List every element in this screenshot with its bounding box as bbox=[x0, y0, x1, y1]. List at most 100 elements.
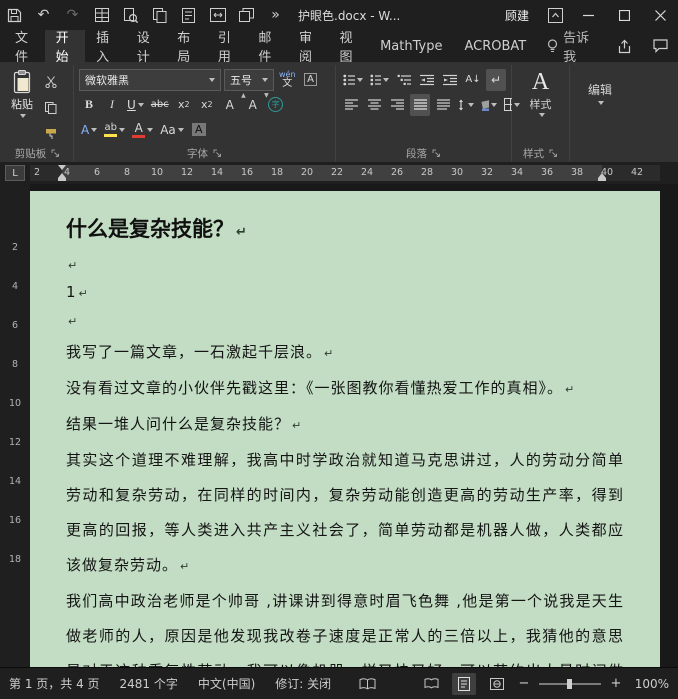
read-mode-button[interactable] bbox=[419, 673, 443, 695]
superscript-button[interactable]: x2 bbox=[197, 94, 217, 116]
word-count[interactable]: 2481 个字 bbox=[120, 675, 178, 692]
page-indicator[interactable]: 第 1 页，共 4 页 bbox=[9, 675, 100, 692]
justify-icon[interactable] bbox=[410, 93, 430, 116]
tab-stop-selector[interactable]: L bbox=[5, 165, 25, 181]
zoom-level[interactable]: 100% bbox=[631, 677, 669, 691]
copy-icon[interactable] bbox=[145, 0, 174, 30]
comments-icon[interactable] bbox=[642, 30, 678, 62]
right-indent-marker-base[interactable] bbox=[598, 178, 606, 181]
tab-home[interactable]: 开始 bbox=[44, 30, 86, 65]
tab-layout[interactable]: 布局 bbox=[166, 30, 207, 65]
proofing-book-icon[interactable] bbox=[359, 677, 376, 690]
strikethrough-button[interactable]: abc bbox=[149, 94, 171, 116]
redo-icon[interactable]: ↷ bbox=[58, 0, 87, 30]
dialog-launcher-icon[interactable] bbox=[213, 149, 222, 158]
share-icon[interactable] bbox=[606, 30, 642, 62]
character-border-button[interactable]: A bbox=[301, 69, 321, 91]
line-spacing-icon[interactable] bbox=[456, 94, 476, 116]
tab-references[interactable]: 引用 bbox=[207, 30, 248, 65]
maximize-button[interactable] bbox=[606, 0, 642, 30]
font-size-select[interactable]: 五号 bbox=[224, 68, 274, 91]
zoom-out-button[interactable]: − bbox=[518, 676, 530, 691]
account-name[interactable]: 顾建 bbox=[505, 7, 529, 24]
change-case-button[interactable]: Aa bbox=[158, 119, 186, 141]
text-effects-button[interactable]: A bbox=[79, 119, 99, 141]
paragraph[interactable]: 其实这个道理不难理解，我高中时学政治就知道马克思讲过，人的劳动分简单劳动和复杂劳… bbox=[66, 443, 624, 584]
document-page[interactable]: 什么是复杂技能？ ↵ ↵ 1 ↵ ↵ 我写了一篇文章，一石激起千层浪。 ↵ 没有看过文章的小伙… bbox=[30, 191, 660, 667]
paragraph[interactable]: 结果一堆人问什么是复杂技能？ ↵ bbox=[66, 407, 624, 443]
tab-insert[interactable]: 插入 bbox=[85, 30, 126, 65]
save-icon[interactable] bbox=[0, 0, 29, 30]
tab-mailings[interactable]: 邮件 bbox=[247, 30, 288, 65]
dialog-launcher-icon[interactable] bbox=[51, 149, 60, 158]
print-preview-icon[interactable] bbox=[116, 0, 145, 30]
zoom-slider[interactable] bbox=[539, 678, 601, 689]
tab-review[interactable]: 审阅 bbox=[288, 30, 329, 65]
font-name-select[interactable]: 微软雅黑 bbox=[79, 68, 221, 91]
tab-file[interactable]: 文件 bbox=[4, 30, 45, 65]
paragraph-text: 其实这个道理不难理解，我高中时学政治就知道马克思讲过，人的劳动分简单劳动和复杂劳… bbox=[66, 451, 624, 574]
bold-button[interactable]: B bbox=[79, 94, 99, 116]
tab-design[interactable]: 设计 bbox=[126, 30, 167, 65]
decrease-indent-icon[interactable] bbox=[417, 69, 437, 91]
editing-menu-button[interactable]: 编辑 bbox=[575, 67, 625, 105]
character-shading-button[interactable]: A bbox=[189, 119, 209, 141]
paragraph[interactable]: 没有看过文章的小伙伴先戳这里：《一张图教你看懂热爱工作的真相》。 ↵ bbox=[66, 371, 624, 407]
tab-mathtype[interactable]: MathType bbox=[369, 30, 453, 62]
font-color-button[interactable]: A bbox=[130, 119, 155, 141]
ribbon: 粘贴 剪贴板 微软雅黑 五号 wén 文 A B I U abc x 2 x 2… bbox=[0, 62, 678, 162]
paste-button[interactable]: 粘贴 bbox=[7, 67, 37, 145]
paragraph[interactable]: 我写了一篇文章，一石激起千层浪。 ↵ bbox=[66, 335, 624, 371]
zoom-in-button[interactable]: + bbox=[610, 676, 622, 691]
more-commands-icon[interactable]: » bbox=[261, 0, 290, 30]
ribbon-display-options-icon[interactable] bbox=[541, 0, 570, 30]
copy-small-icon[interactable] bbox=[41, 97, 61, 119]
sort-button[interactable]: A↓ bbox=[463, 69, 483, 91]
paragraph[interactable]: ↵ bbox=[66, 251, 624, 279]
paragraph[interactable]: 我们高中政治老师是个帅哥 ,讲课讲到得意时眉飞色舞 ,他是第一个说我是天生做老师… bbox=[66, 584, 624, 667]
left-indent-marker[interactable] bbox=[58, 178, 66, 181]
track-changes-indicator[interactable]: 修订: 关闭 bbox=[275, 675, 331, 692]
distribute-icon[interactable] bbox=[433, 94, 453, 116]
grow-font-button[interactable]: A ▲ bbox=[220, 92, 246, 116]
phonetic-guide-button[interactable]: wén 文 bbox=[277, 69, 298, 91]
cut-icon[interactable] bbox=[41, 71, 61, 93]
paragraph[interactable]: 1 ↵ bbox=[66, 279, 624, 307]
undo-icon[interactable]: ↶ bbox=[29, 0, 58, 30]
paragraph[interactable]: ↵ bbox=[66, 307, 624, 335]
multilevel-list-icon[interactable] bbox=[394, 69, 414, 91]
zoom-slider-thumb[interactable] bbox=[567, 678, 572, 689]
show-marks-button[interactable]: ↵ bbox=[486, 68, 506, 91]
dialog-launcher-icon[interactable] bbox=[549, 149, 558, 158]
page-width-icon[interactable] bbox=[203, 0, 232, 30]
document-icon[interactable] bbox=[174, 0, 203, 30]
increase-indent-icon[interactable] bbox=[440, 69, 460, 91]
tell-me-box[interactable]: 告诉我 bbox=[537, 30, 606, 65]
shrink-font-button[interactable]: A ▼ bbox=[243, 92, 269, 116]
tab-acrobat[interactable]: ACROBAT bbox=[453, 30, 537, 62]
shading-icon[interactable] bbox=[479, 94, 499, 116]
switch-windows-icon[interactable] bbox=[232, 0, 261, 30]
italic-button[interactable]: I bbox=[102, 94, 122, 116]
highlight-button[interactable]: ab bbox=[102, 119, 127, 141]
table-icon[interactable] bbox=[87, 0, 116, 30]
ruler-number: 12 bbox=[180, 167, 194, 178]
align-center-icon[interactable] bbox=[364, 94, 384, 116]
document-title[interactable]: 什么是复杂技能？ ↵ bbox=[66, 211, 624, 251]
dialog-launcher-icon[interactable] bbox=[432, 149, 441, 158]
language-indicator[interactable]: 中文(中国) bbox=[198, 675, 255, 692]
bullets-icon[interactable] bbox=[341, 69, 365, 91]
close-button[interactable] bbox=[642, 0, 678, 30]
format-painter-icon[interactable] bbox=[41, 123, 61, 145]
numbering-icon[interactable] bbox=[368, 69, 392, 91]
align-left-icon[interactable] bbox=[341, 94, 361, 116]
subscript-button[interactable]: x2 bbox=[174, 94, 194, 116]
web-layout-button[interactable] bbox=[485, 673, 509, 695]
print-layout-button[interactable] bbox=[452, 672, 476, 695]
tab-view[interactable]: 视图 bbox=[329, 30, 370, 65]
styles-gallery-button[interactable]: A 样式 bbox=[517, 67, 564, 118]
paragraph-mark-icon: ↵ bbox=[236, 225, 247, 240]
minimize-button[interactable] bbox=[570, 0, 606, 30]
align-right-icon[interactable] bbox=[387, 94, 407, 116]
underline-button[interactable]: U bbox=[125, 94, 146, 116]
